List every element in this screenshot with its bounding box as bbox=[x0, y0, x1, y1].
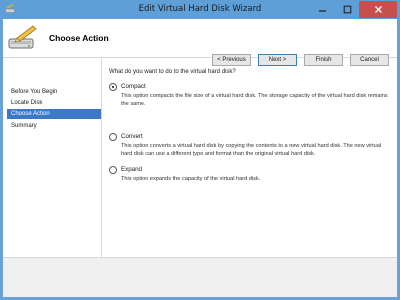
expand-description: This option expands the capacity of the … bbox=[121, 176, 261, 182]
maximize-icon bbox=[343, 5, 351, 14]
compact-label[interactable]: Compact bbox=[121, 83, 146, 91]
close-button[interactable] bbox=[359, 1, 397, 18]
action-question: What do you want to do to the virtual ha… bbox=[109, 69, 236, 75]
previous-button[interactable]: < Previous bbox=[212, 54, 251, 66]
compact-description: This option compacts the file size of a … bbox=[121, 93, 388, 107]
next-button[interactable]: Next > bbox=[258, 54, 297, 66]
expand-label[interactable]: Expand bbox=[121, 166, 142, 174]
wizard-window: Edit Virtual Hard Disk Wizard Choose Act… bbox=[0, 0, 400, 300]
action-panel: What do you want to do to the virtual ha… bbox=[103, 59, 397, 257]
page-title: Choose Action bbox=[49, 33, 109, 43]
expand-radio[interactable] bbox=[109, 166, 117, 174]
finish-button[interactable]: Finish bbox=[304, 54, 343, 66]
minimize-button[interactable] bbox=[309, 1, 335, 18]
wizard-steps: Before You Begin Locate Disk Choose Acti… bbox=[3, 59, 102, 257]
disk-pencil-icon bbox=[8, 25, 37, 49]
wizard-body: Choose Action Before You Begin Locate Di… bbox=[3, 19, 397, 297]
title-bar[interactable]: Edit Virtual Hard Disk Wizard bbox=[0, 0, 400, 19]
convert-label[interactable]: Convert bbox=[121, 133, 143, 141]
wizard-footer bbox=[3, 257, 397, 297]
sidebar-item-summary[interactable]: Summary bbox=[7, 121, 101, 131]
minimize-icon bbox=[318, 10, 326, 12]
sidebar-item-before-you-begin[interactable]: Before You Begin bbox=[7, 87, 101, 97]
compact-radio[interactable] bbox=[109, 83, 117, 91]
wizard-header: Choose Action bbox=[3, 19, 397, 58]
sidebar-item-locate-disk[interactable]: Locate Disk bbox=[7, 98, 101, 108]
convert-description: This option converts a virtual hard disk… bbox=[121, 143, 382, 157]
sidebar-item-choose-action[interactable]: Choose Action bbox=[7, 109, 101, 119]
convert-radio[interactable] bbox=[109, 133, 117, 141]
cancel-button[interactable]: Cancel bbox=[350, 54, 389, 66]
close-icon bbox=[374, 6, 382, 13]
maximize-button[interactable] bbox=[335, 1, 359, 18]
